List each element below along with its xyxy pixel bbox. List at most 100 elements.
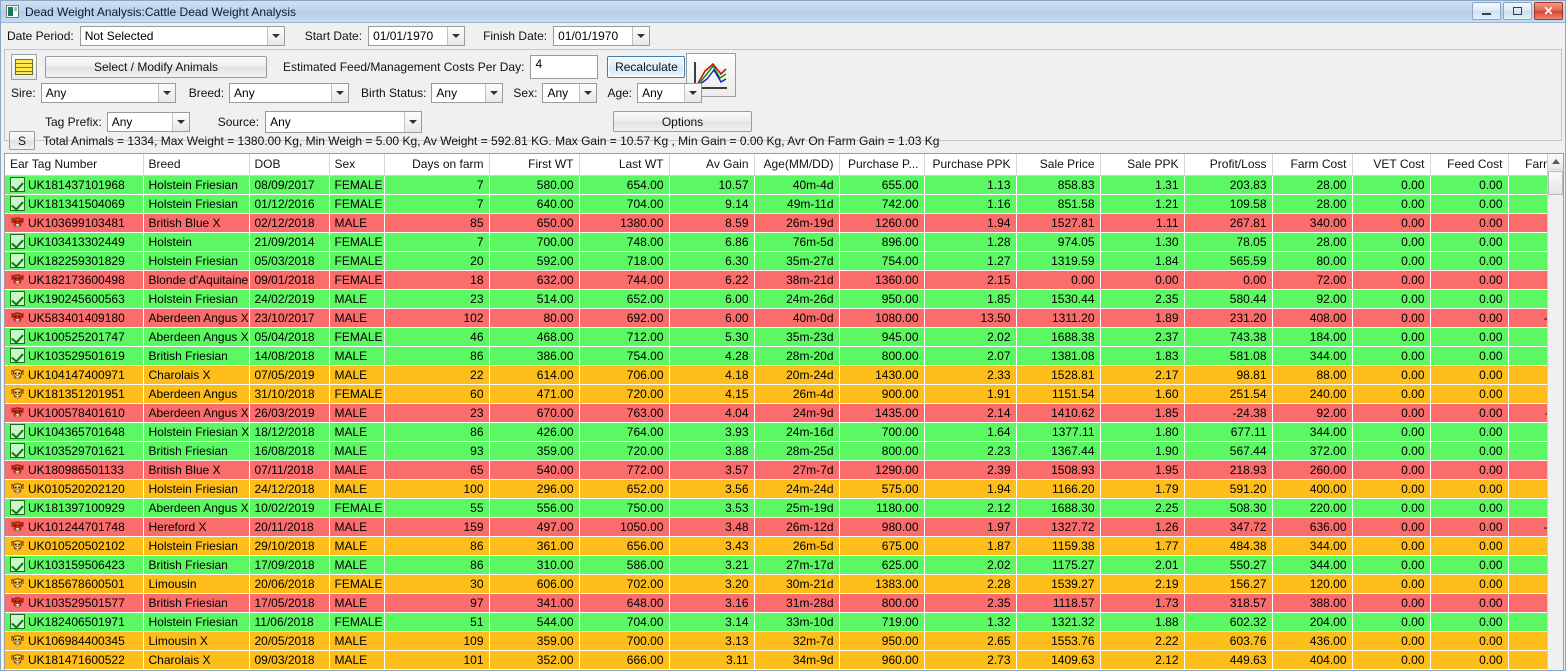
cow-head-icon (11, 483, 24, 494)
tag-prefix-select[interactable]: Any (106, 112, 190, 132)
cell-age: 35m-27d (754, 251, 840, 271)
table-row[interactable]: UK181351201951 Aberdeen Angus 31/10/2018 FE… (5, 384, 1563, 404)
table-row[interactable]: UK103159506423 British Friesian 17/09/2018… (5, 555, 1563, 575)
chevron-down-icon[interactable] (171, 113, 189, 131)
table-row[interactable]: UK104365701648 Holstein Friesian X 18/12/2… (5, 422, 1563, 442)
column-header-age[interactable]: Age(MM/DD) (754, 154, 840, 176)
s-button[interactable]: S (9, 131, 35, 150)
column-header-sex[interactable]: Sex (329, 154, 385, 176)
chevron-down-icon[interactable] (485, 84, 503, 102)
table-row[interactable]: UK101244701748 Hereford X 20/11/2018 MALE 15… (5, 517, 1563, 537)
column-header-profit_loss[interactable]: Profit/Loss (1184, 154, 1273, 176)
chevron-down-icon[interactable] (331, 84, 349, 102)
column-header-sale_ppk[interactable]: Sale PPK (1100, 154, 1185, 176)
cell-dob: 09/03/2018 (249, 650, 330, 670)
column-header-av_gain[interactable]: Av Gain (669, 154, 755, 176)
table-row[interactable]: UK103699103481 British Blue X 02/12/2018 MA… (5, 213, 1563, 233)
animals-data-grid[interactable]: Ear Tag Number Breed DOB Sex Days on farm Fir… (4, 153, 1564, 670)
chevron-down-icon[interactable] (404, 112, 422, 132)
source-select[interactable]: Any (265, 111, 423, 133)
chevron-down-icon[interactable] (447, 26, 465, 45)
cell-purchase_p: 1383.00 (839, 574, 925, 594)
table-row[interactable]: UK181471600522 Charolais X 09/03/2018 MALE 1… (5, 650, 1563, 670)
column-header-purchase_p[interactable]: Purchase P... (839, 154, 925, 176)
cell-farm_cost: 92.00 (1272, 289, 1353, 309)
minimize-button[interactable] (1472, 2, 1501, 20)
check-icon (10, 234, 25, 249)
table-row[interactable]: UK181437101968 Holstein Friesian 08/09/201… (5, 175, 1563, 195)
table-row[interactable]: UK103529501619 British Friesian 14/08/2018… (5, 346, 1563, 366)
maximize-button[interactable] (1503, 2, 1532, 20)
chevron-down-icon[interactable] (632, 26, 650, 45)
table-row[interactable]: UK181341504069 Holstein Friesian 01/12/201… (5, 194, 1563, 214)
spreadsheet-icon[interactable] (11, 54, 37, 80)
cell-sale_ppk: 2.35 (1100, 289, 1185, 309)
tag-cell-content: UK106984400345 (10, 633, 138, 648)
column-header-dob[interactable]: DOB (249, 154, 330, 176)
cell-farm_cost: 72.00 (1272, 270, 1353, 290)
chevron-down-icon[interactable] (684, 84, 702, 102)
feed-cost-input[interactable]: 4 (530, 55, 599, 79)
sire-select[interactable]: Any (40, 83, 176, 103)
cell-sex: FEMALE (329, 194, 385, 214)
finish-date-select[interactable]: 01/01/1970 (553, 25, 651, 46)
table-row[interactable]: UK182406501971 Holstein Friesian 11/06/201… (5, 612, 1563, 632)
table-row[interactable]: UK190245600563 Holstein Friesian 24/02/201… (5, 289, 1563, 309)
recalculate-button[interactable]: Recalculate (607, 56, 686, 78)
cell-age: 30m-21d (754, 574, 840, 594)
vertical-scrollbar[interactable] (1547, 154, 1563, 670)
column-header-feed_cost[interactable]: Feed Cost (1430, 154, 1509, 176)
options-button[interactable]: Options (613, 111, 752, 132)
chevron-down-icon[interactable] (579, 84, 597, 102)
cell-feed_cost: 0.00 (1430, 232, 1509, 252)
column-header-first_wt[interactable]: First WT (489, 154, 580, 176)
cell-last_wt: 666.00 (579, 650, 670, 670)
table-row[interactable]: UK103529501577 British Friesian 17/05/2018… (5, 593, 1563, 613)
birth-status-select[interactable]: Any (431, 83, 504, 103)
table-row[interactable]: UK583401409180 Aberdeen Angus X 23/10/2017… (5, 308, 1563, 328)
cell-farm_cost: 28.00 (1272, 194, 1353, 214)
criteria-row-2: Tag Prefix: Any Source: Any (45, 111, 423, 133)
cell-age: 26m-4d (754, 384, 840, 404)
age-select[interactable]: Any (637, 83, 703, 103)
table-row[interactable]: UK100578401610 Aberdeen Angus X 26/03/2019… (5, 403, 1563, 423)
cell-purchase_ppk: 2.35 (924, 593, 1017, 613)
table-row[interactable]: UK185678600501 Limousin 20/06/2018 FEMALE 30… (5, 574, 1563, 594)
table-row[interactable]: UK010520202120 Holstein Friesian 24/12/201… (5, 479, 1563, 499)
column-header-farm_cost[interactable]: Farm Cost (1272, 154, 1353, 176)
column-header-days[interactable]: Days on farm (384, 154, 490, 176)
sex-select[interactable]: Any (542, 83, 598, 103)
cell-av_gain: 3.13 (669, 631, 755, 651)
start-date-select[interactable]: 01/01/1970 (368, 25, 466, 46)
table-row[interactable]: UK100525201747 Aberdeen Angus X 05/04/2018… (5, 327, 1563, 347)
cell-sale_ppk: 1.80 (1100, 422, 1185, 442)
scroll-up-button[interactable] (1548, 154, 1563, 170)
chevron-down-icon[interactable] (157, 84, 175, 102)
scrollbar-thumb[interactable] (1548, 171, 1563, 195)
table-row[interactable]: UK106984400345 Limousin X 20/05/2018 MALE 10… (5, 631, 1563, 651)
date-period-select[interactable]: Not Selected (79, 25, 285, 46)
ear-tag-number: UK103529701621 (28, 443, 125, 458)
chevron-down-icon[interactable] (266, 26, 284, 45)
table-row[interactable]: UK103529701621 British Friesian 16/08/2018… (5, 441, 1563, 461)
column-header-purchase_ppk[interactable]: Purchase PPK (924, 154, 1017, 176)
column-header-sale_price[interactable]: Sale Price (1016, 154, 1101, 176)
table-row[interactable]: UK182173600498 Blonde d'Aquitaine X 09/01/… (5, 270, 1563, 290)
cell-purchase_p: 1180.00 (839, 498, 925, 518)
table-row[interactable]: UK103413302449 Holstein 21/09/2014 FEMALE 7 7… (5, 232, 1563, 252)
table-row[interactable]: UK180986501133 British Blue X 07/11/2018 MA… (5, 460, 1563, 480)
cow-icon (10, 481, 25, 496)
table-row[interactable]: UK010520502102 Holstein Friesian 29/10/201… (5, 536, 1563, 556)
column-header-breed[interactable]: Breed (143, 154, 250, 176)
breed-select[interactable]: Any (229, 83, 350, 103)
column-header-vet_cost[interactable]: VET Cost (1352, 154, 1431, 176)
cell-age: 40m-0d (754, 308, 840, 328)
select-modify-animals-button[interactable]: Select / Modify Animals (45, 56, 267, 78)
table-row[interactable]: UK104147400971 Charolais X 07/05/2019 MALE 2… (5, 365, 1563, 385)
column-header-tag[interactable]: Ear Tag Number (5, 154, 144, 176)
column-header-last_wt[interactable]: Last WT (579, 154, 670, 176)
table-row[interactable]: UK182259301829 Holstein Friesian 05/03/201… (5, 251, 1563, 271)
table-row[interactable]: UK181397100929 Aberdeen Angus X 10/02/2019… (5, 498, 1563, 518)
cell-days: 97 (384, 593, 490, 613)
close-button[interactable]: ✕ (1534, 2, 1563, 20)
